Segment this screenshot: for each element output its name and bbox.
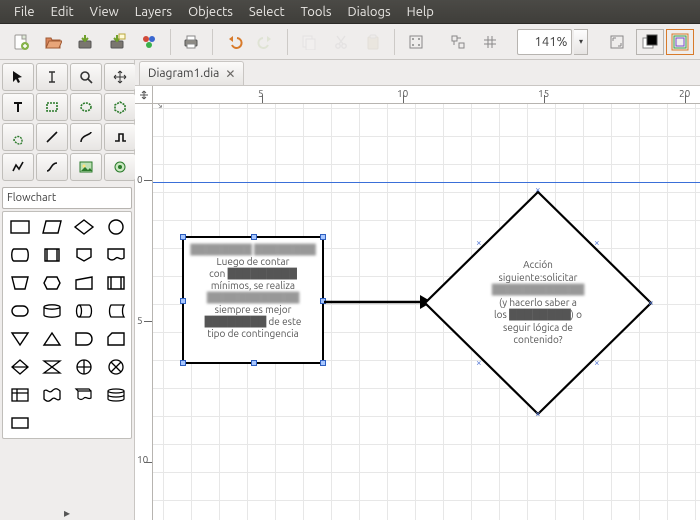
- tool-box[interactable]: [36, 93, 68, 121]
- shape-parallelogram[interactable]: [37, 214, 67, 240]
- export-button[interactable]: [134, 27, 164, 57]
- snap-grid-button[interactable]: [401, 27, 431, 57]
- shape-tape[interactable]: [37, 382, 67, 408]
- snap-object-button[interactable]: [443, 27, 473, 57]
- tool-arc[interactable]: [70, 123, 102, 151]
- flowchart-decision-shape[interactable]: Acción siguiente:solicitar ████████████ …: [423, 190, 653, 419]
- zoom-display[interactable]: 141%: [517, 29, 573, 55]
- shape-offpage[interactable]: [69, 242, 99, 268]
- show-grid-button[interactable]: [475, 27, 505, 57]
- ruler-origin[interactable]: [135, 86, 153, 104]
- menubar: File Edit View Layers Objects Select Too…: [0, 0, 700, 24]
- flowchart-process-shape[interactable]: ████████ ████████ Luego de contar con ██…: [182, 236, 324, 364]
- menu-select[interactable]: Select: [241, 5, 293, 19]
- shape-datasrc[interactable]: [5, 410, 35, 436]
- main-toolbar: 141% ▾: [0, 24, 700, 60]
- shape-terminal[interactable]: [5, 298, 35, 324]
- guide-line[interactable]: [153, 182, 700, 183]
- tool-polygon[interactable]: [104, 93, 136, 121]
- canvas-wrap: 5 10 15 20 0 5 10 ⤡ ████████ ████████ Lu…: [135, 86, 700, 520]
- close-tab-icon[interactable]: ✕: [225, 67, 235, 81]
- shape-preparation[interactable]: [37, 270, 67, 296]
- shape-multidoc[interactable]: [69, 382, 99, 408]
- shape-sum[interactable]: [101, 354, 131, 380]
- menu-edit[interactable]: Edit: [43, 5, 82, 19]
- shape-display[interactable]: [5, 242, 35, 268]
- copy-button[interactable]: [294, 27, 324, 57]
- menu-file[interactable]: File: [6, 5, 43, 19]
- menu-tools[interactable]: Tools: [293, 5, 340, 19]
- flowchart-shapes: [2, 211, 132, 439]
- cut-button[interactable]: [326, 27, 356, 57]
- tool-text[interactable]: [2, 93, 34, 121]
- tool-pointer[interactable]: [2, 63, 34, 91]
- shape-category-dropdown[interactable]: Flowchart: [2, 187, 132, 209]
- shape-sort[interactable]: [5, 354, 35, 380]
- shape-predefined[interactable]: [101, 270, 131, 296]
- tool-magnify[interactable]: [70, 63, 102, 91]
- tab-diagram1[interactable]: Diagram1.dia ✕: [139, 61, 244, 85]
- tool-scroll[interactable]: [104, 63, 136, 91]
- shape-collate[interactable]: [37, 354, 67, 380]
- shape-connector[interactable]: [101, 214, 131, 240]
- tool-image[interactable]: [70, 153, 102, 181]
- undo-button[interactable]: [219, 27, 249, 57]
- tool-palette: Flowchart: [0, 60, 135, 520]
- shape-manual-input[interactable]: [69, 270, 99, 296]
- tool-zigzag[interactable]: [104, 123, 136, 151]
- shape-internal[interactable]: [5, 382, 35, 408]
- shape-transaction[interactable]: [37, 242, 67, 268]
- menu-objects[interactable]: Objects: [180, 5, 241, 19]
- menu-help[interactable]: Help: [399, 5, 442, 19]
- shape-manual-op[interactable]: [5, 270, 35, 296]
- shape-extract[interactable]: [37, 326, 67, 352]
- tool-ellipse[interactable]: [70, 93, 102, 121]
- shape-delay[interactable]: [69, 326, 99, 352]
- tab-label: Diagram1.dia: [148, 67, 219, 80]
- shape-document[interactable]: [101, 242, 131, 268]
- new-file-button[interactable]: [6, 27, 36, 57]
- flowchart-arrow[interactable]: [324, 292, 434, 315]
- tool-line[interactable]: [36, 123, 68, 151]
- open-file-button[interactable]: [38, 27, 68, 57]
- shape-process[interactable]: [5, 214, 35, 240]
- shape-drum[interactable]: [69, 298, 99, 324]
- shape-stored-data[interactable]: [101, 298, 131, 324]
- shape-card[interactable]: [101, 326, 131, 352]
- menu-dialogs[interactable]: Dialogs: [340, 5, 399, 19]
- redo-button[interactable]: [251, 27, 281, 57]
- pattern-color-well[interactable]: [666, 29, 694, 55]
- shape-merge[interactable]: [5, 326, 35, 352]
- save-button[interactable]: [70, 27, 100, 57]
- palette-expand-icon[interactable]: ▸: [0, 506, 134, 520]
- zoom-stepper[interactable]: ▾: [574, 29, 588, 55]
- ruler-horizontal[interactable]: 5 10 15 20: [153, 86, 700, 104]
- shape-database[interactable]: [101, 382, 131, 408]
- print-button[interactable]: [177, 27, 207, 57]
- ruler-vertical[interactable]: 0 5 10: [135, 104, 153, 520]
- shape-or[interactable]: [69, 354, 99, 380]
- canvas[interactable]: ⤡ ████████ ████████ Luego de contar con …: [153, 104, 700, 520]
- tool-bezier[interactable]: [36, 153, 68, 181]
- fullscreen-button[interactable]: [602, 27, 632, 57]
- shape-decision[interactable]: [69, 214, 99, 240]
- tool-text-edit[interactable]: [36, 63, 68, 91]
- tool-polyline[interactable]: [2, 153, 34, 181]
- foreground-color-well[interactable]: [636, 29, 664, 55]
- tool-outline[interactable]: [104, 153, 136, 181]
- shape-disk[interactable]: [37, 298, 67, 324]
- canvas-pane: Diagram1.dia ✕ 5 10 15 20 0 5 10 ⤡: [135, 60, 700, 520]
- document-tabs: Diagram1.dia ✕: [135, 60, 700, 86]
- workspace: Flowchart: [0, 60, 700, 520]
- shape-category-label: Flowchart: [7, 192, 56, 204]
- paste-button[interactable]: [358, 27, 388, 57]
- menu-view[interactable]: View: [82, 5, 127, 19]
- menu-layers[interactable]: Layers: [127, 5, 180, 19]
- tool-beziergon[interactable]: [2, 123, 34, 151]
- save-as-button[interactable]: [102, 27, 132, 57]
